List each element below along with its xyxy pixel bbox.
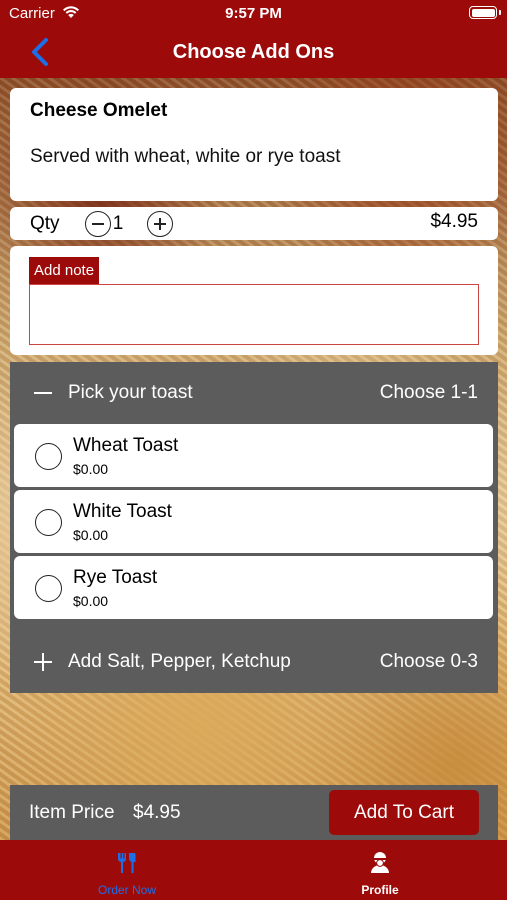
group-header-pick-toast[interactable]: Pick your toast Choose 1-1: [10, 362, 498, 423]
item-description: Served with wheat, white or rye toast: [30, 146, 341, 167]
note-card: Add note: [10, 246, 498, 355]
utensils-icon: [118, 853, 136, 873]
tab-order-now[interactable]: Order Now: [47, 840, 207, 900]
qty-value: 1: [112, 213, 124, 234]
add-note-label: Add note: [29, 257, 100, 284]
option-name: White Toast: [73, 501, 172, 522]
option-name: Rye Toast: [73, 567, 158, 588]
group-title: Pick your toast: [68, 381, 193, 403]
option-price: $0.00: [73, 461, 109, 477]
tab-label: Order Now: [97, 883, 156, 897]
qty-label: Qty: [30, 213, 60, 234]
decrease-qty-button[interactable]: [85, 211, 111, 237]
battery-icon: [469, 6, 501, 19]
radio-unselected-icon[interactable]: [35, 443, 62, 470]
add-to-cart-button[interactable]: Add To Cart: [329, 790, 479, 835]
radio-unselected-icon[interactable]: [35, 509, 62, 536]
nav-header: Carrier 9:57 PM Choose Add Ons: [0, 0, 507, 78]
option-name: Wheat Toast: [73, 435, 179, 456]
item-price-bar: Item Price $4.95 Add To Cart: [10, 785, 498, 840]
status-time: 9:57 PM: [225, 5, 282, 22]
quantity-row: Qty 1 $4.95: [10, 207, 498, 240]
tab-profile[interactable]: Profile: [300, 840, 460, 900]
expand-plus-icon: [34, 653, 52, 671]
collapse-minus-icon: [34, 384, 52, 402]
option-white-toast[interactable]: White Toast $0.00: [14, 490, 493, 553]
tab-label: Profile: [361, 883, 399, 897]
note-input[interactable]: [29, 284, 479, 345]
option-rye-toast[interactable]: Rye Toast $0.00: [14, 556, 493, 619]
page-title: Choose Add Ons: [172, 41, 335, 63]
option-price: $0.00: [73, 593, 109, 609]
item-price-label: Item Price: [29, 802, 115, 823]
radio-unselected-icon[interactable]: [35, 575, 62, 602]
group-choose-rule: Choose 1-1: [379, 381, 478, 403]
tab-bar: Order Now Profile: [0, 840, 507, 900]
group-title: Add Salt, Pepper, Ketchup: [68, 651, 291, 672]
item-price: $4.95: [430, 211, 478, 232]
option-wheat-toast[interactable]: Wheat Toast $0.00: [14, 424, 493, 487]
item-info-card: Cheese Omelet Served with wheat, white o…: [10, 88, 498, 201]
item-name: Cheese Omelet: [30, 100, 168, 121]
group-header-salt-pepper-ketchup[interactable]: Add Salt, Pepper, Ketchup Choose 0-3: [10, 631, 498, 693]
item-price-total: $4.95: [133, 802, 181, 823]
group-choose-rule: Choose 0-3: [379, 651, 478, 672]
chef-icon: [371, 852, 389, 873]
increase-qty-button[interactable]: [147, 211, 173, 237]
group-options-pick-toast: Wheat Toast $0.00 White Toast $0.00 Rye …: [10, 423, 498, 631]
option-price: $0.00: [73, 527, 109, 543]
status-bar: Carrier 9:57 PM: [0, 0, 507, 28]
